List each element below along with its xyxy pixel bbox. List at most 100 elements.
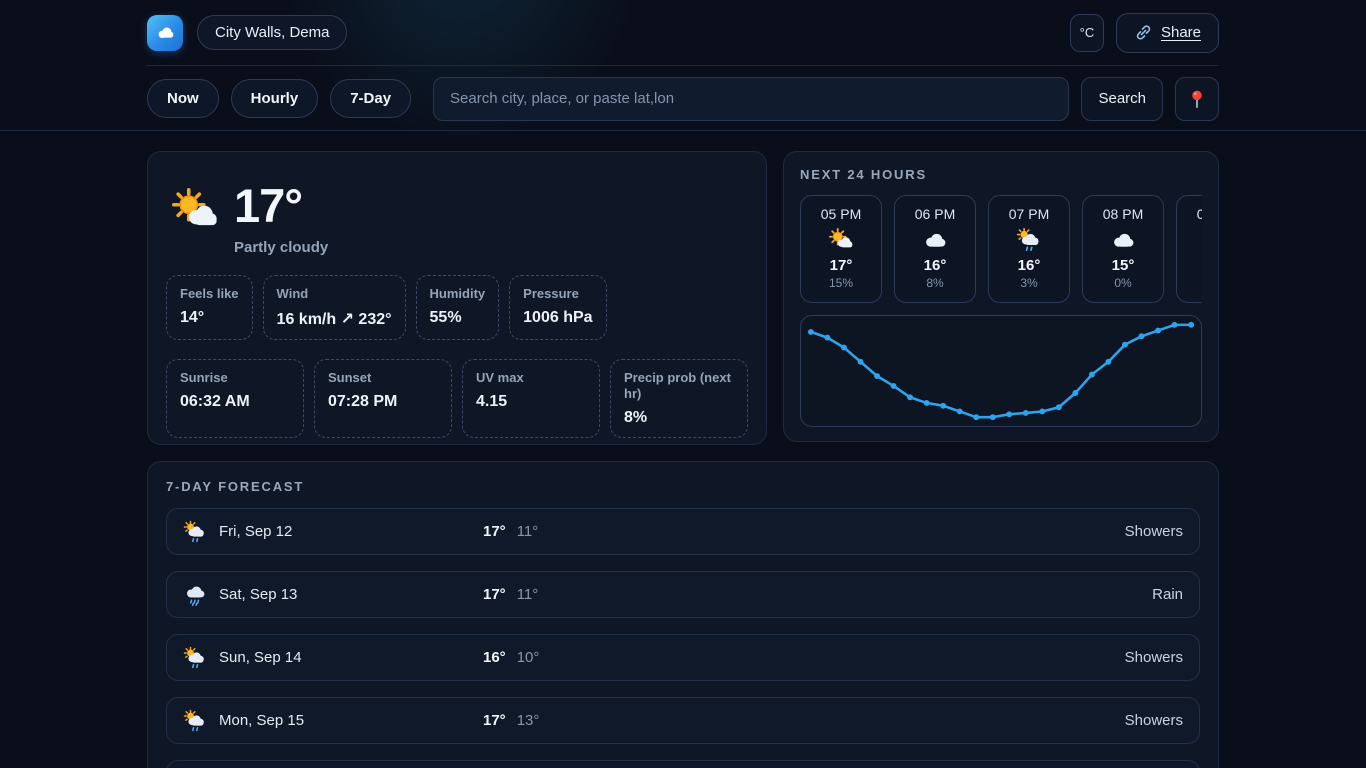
tab-hourly[interactable]: Hourly xyxy=(231,79,319,118)
hour-time: 07 PM xyxy=(1009,206,1049,222)
forecast-rows: Fri, Sep 12 17° 11° Showers Sat, Sep 13 … xyxy=(166,508,1200,768)
hour-card-05pm[interactable]: 05 PM 17° 15% xyxy=(800,195,882,303)
search-wrap xyxy=(433,77,1069,121)
stat-label: Sunrise xyxy=(180,370,290,386)
forecast-high-temp: 17° xyxy=(483,712,506,729)
forecast-high-temp: 16° xyxy=(483,649,506,666)
stat-label: Pressure xyxy=(523,286,592,302)
tab-7day[interactable]: 7-Day xyxy=(330,79,411,118)
stat-feels-like: Feels like 14° xyxy=(166,275,253,340)
forecast-row-fri[interactable]: Fri, Sep 12 17° 11° Showers xyxy=(166,508,1200,555)
forecast-row-sun[interactable]: Sun, Sep 14 16° 10° Showers xyxy=(166,634,1200,681)
sun-rain-icon xyxy=(183,646,207,670)
pushpin-icon xyxy=(1186,88,1208,110)
stat-sunset: Sunset 07:28 PM xyxy=(314,359,452,439)
hour-temp: 16° xyxy=(924,257,947,274)
search-button[interactable]: Search xyxy=(1081,77,1163,121)
current-hero: 17° Partly cloudy xyxy=(166,170,748,256)
hour-time: 05 PM xyxy=(821,206,861,222)
nav-bar: Now Hourly 7-Day Search xyxy=(0,67,1366,131)
forecast-row-mon[interactable]: Mon, Sep 15 17° 13° Showers xyxy=(166,697,1200,744)
stat-value: 8% xyxy=(624,409,734,427)
forecast-day: Mon, Sep 15 xyxy=(219,712,304,729)
seven-day-forecast-title: 7-DAY FORECAST xyxy=(166,479,1200,494)
share-label: Share xyxy=(1161,24,1201,41)
hour-time: 06 PM xyxy=(915,206,955,222)
hour-temp: 17° xyxy=(830,257,853,274)
cloud-icon xyxy=(922,227,948,253)
current-stats-row-1: Feels like 14° Wind 16 km/h ↗ 232° Humid… xyxy=(166,275,748,340)
stat-uv-max: UV max 4.15 xyxy=(462,359,600,439)
stat-value: 55% xyxy=(430,309,486,327)
forecast-condition: Rain xyxy=(1152,586,1183,603)
app-logo xyxy=(147,15,183,51)
seven-day-forecast-card: 7-DAY FORECAST Fri, Sep 12 17° 11° Showe… xyxy=(147,461,1219,768)
forecast-row-left: Mon, Sep 15 xyxy=(183,709,483,733)
sun-rain-icon xyxy=(1016,227,1042,253)
stat-label: Feels like xyxy=(180,286,239,302)
cloud-icon xyxy=(1110,227,1136,253)
next-24-hours-title: NEXT 24 HOURS xyxy=(800,167,1202,182)
hour-temp: 16° xyxy=(1018,257,1041,274)
stat-value: 07:28 PM xyxy=(328,393,438,411)
sun-rain-icon xyxy=(183,709,207,733)
hour-precip-prob: 3% xyxy=(1020,276,1037,290)
stat-label: Humidity xyxy=(430,286,486,302)
stat-label: Precip prob (next hr) xyxy=(624,370,734,403)
stat-precip-prob: Precip prob (next hr) 8% xyxy=(610,359,748,439)
next-24-hours-card: NEXT 24 HOURS 05 PM 17° 15% 06 PM 16° 8%… xyxy=(783,151,1219,442)
forecast-row-left: Fri, Sep 12 xyxy=(183,520,483,544)
search-input[interactable] xyxy=(433,77,1069,121)
main-content: 17° Partly cloudy Feels like 14° Wind 16… xyxy=(147,131,1219,768)
stat-sunrise: Sunrise 06:32 AM xyxy=(166,359,304,439)
forecast-condition: Showers xyxy=(1125,712,1183,729)
hour-card-09pm[interactable]: 09 PM xyxy=(1176,195,1202,303)
hour-temp: 15° xyxy=(1112,257,1135,274)
share-button[interactable]: Share xyxy=(1116,13,1219,53)
rain-icon xyxy=(183,583,207,607)
partly-cloudy-icon xyxy=(170,186,220,236)
tab-now[interactable]: Now xyxy=(147,79,219,118)
hour-card-07pm[interactable]: 07 PM 16° 3% xyxy=(988,195,1070,303)
forecast-low-temp: 11° xyxy=(517,523,539,540)
hour-time: 08 PM xyxy=(1103,206,1143,222)
current-conditions-card: 17° Partly cloudy Feels like 14° Wind 16… xyxy=(147,151,767,445)
forecast-low-temp: 11° xyxy=(517,586,539,603)
stat-value: 06:32 AM xyxy=(180,393,290,411)
forecast-low-temp: 10° xyxy=(517,649,540,666)
stat-label: Sunset xyxy=(328,370,438,386)
stat-value: 16 km/h ↗ 232° xyxy=(277,309,392,329)
stat-label: UV max xyxy=(476,370,586,386)
forecast-row-left: Sun, Sep 14 xyxy=(183,646,483,670)
temperature-trend-chart xyxy=(800,315,1202,427)
cloud-logo-icon xyxy=(154,22,176,44)
top-bar: City Walls, Dema °C Share xyxy=(0,0,1366,67)
forecast-day: Fri, Sep 12 xyxy=(219,523,292,540)
hour-precip-prob: 8% xyxy=(926,276,943,290)
stat-value: 1006 hPa xyxy=(523,309,592,327)
forecast-condition: Showers xyxy=(1125,523,1183,540)
current-stats-row-2: Sunrise 06:32 AM Sunset 07:28 PM UV max … xyxy=(166,359,748,439)
location-button[interactable]: City Walls, Dema xyxy=(197,15,347,50)
stat-pressure: Pressure 1006 hPa xyxy=(509,275,606,340)
unit-toggle-button[interactable]: °C xyxy=(1070,14,1104,52)
geolocate-button[interactable] xyxy=(1175,77,1219,121)
link-icon xyxy=(1134,23,1153,42)
hour-time: 09 PM xyxy=(1197,206,1202,222)
sun-rain-icon xyxy=(183,520,207,544)
stat-wind: Wind 16 km/h ↗ 232° xyxy=(263,275,406,340)
forecast-condition: Showers xyxy=(1125,649,1183,666)
stat-humidity: Humidity 55% xyxy=(416,275,500,340)
forecast-high-temp: 17° xyxy=(483,523,506,540)
temp-sparkline xyxy=(801,316,1201,426)
forecast-row-partial[interactable] xyxy=(166,760,1200,768)
hourly-strip[interactable]: 05 PM 17° 15% 06 PM 16° 8% 07 PM 16° 3% xyxy=(800,195,1202,303)
stat-value: 4.15 xyxy=(476,393,586,411)
sun-cloud-icon xyxy=(828,227,854,253)
hour-card-06pm[interactable]: 06 PM 16° 8% xyxy=(894,195,976,303)
current-temperature: 17° xyxy=(234,180,328,232)
stat-label: Wind xyxy=(277,286,392,302)
forecast-row-sat[interactable]: Sat, Sep 13 17° 11° Rain xyxy=(166,571,1200,618)
hour-card-08pm[interactable]: 08 PM 15° 0% xyxy=(1082,195,1164,303)
current-condition: Partly cloudy xyxy=(234,239,328,256)
